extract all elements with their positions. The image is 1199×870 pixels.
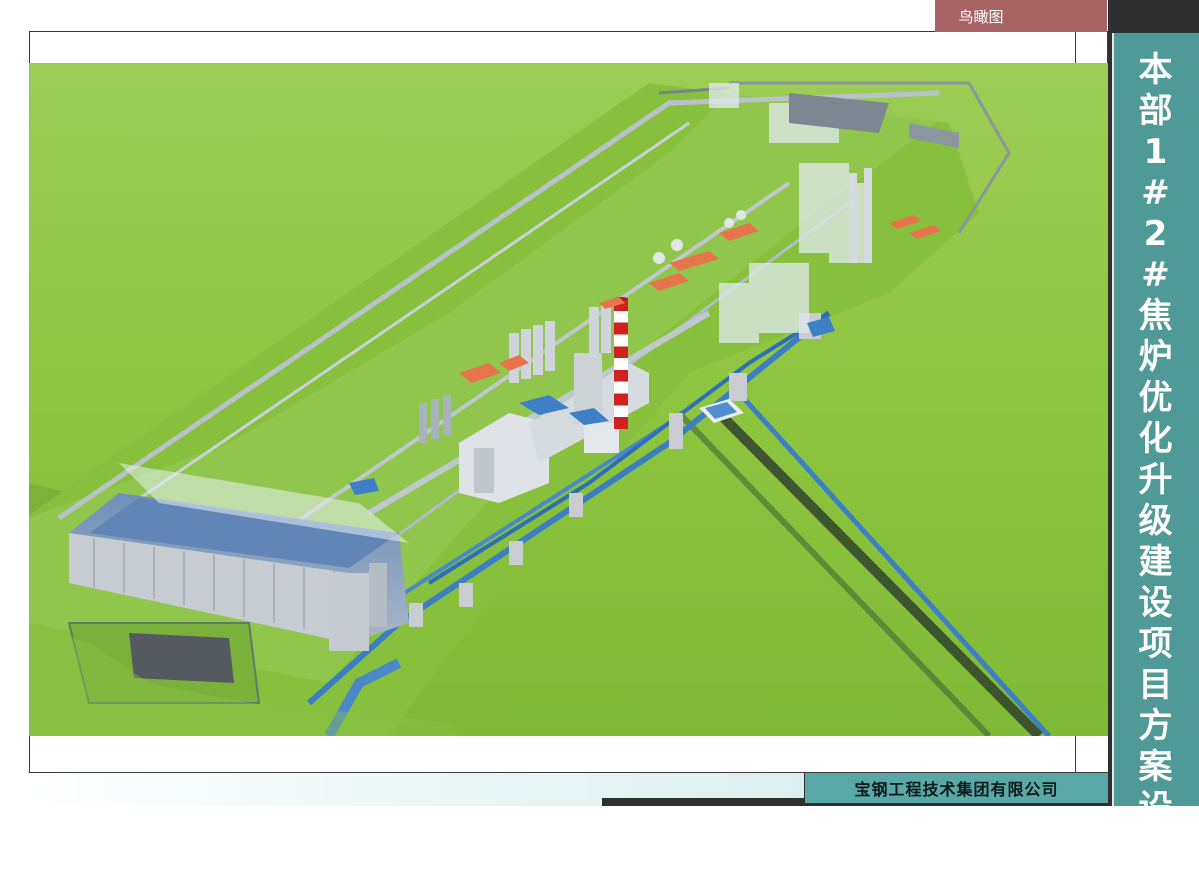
title-char: 级	[1138, 501, 1173, 541]
frame-left-rail	[29, 736, 1108, 773]
title-char: 1	[1143, 132, 1168, 172]
page-frame-top	[29, 31, 1108, 63]
title-char: 计	[1138, 829, 1173, 869]
section-tab-label: 鸟瞰图	[958, 7, 1004, 26]
title-char: 炉	[1138, 337, 1173, 377]
title-char: 部	[1138, 91, 1173, 131]
title-char: 优	[1138, 378, 1173, 418]
title-char: 化	[1138, 419, 1173, 459]
section-tab[interactable]: 鸟瞰图	[935, 0, 1107, 32]
title-char: 设	[1138, 788, 1173, 828]
title-char: 项	[1138, 624, 1173, 664]
title-char: #	[1141, 173, 1170, 213]
title-char: 建	[1138, 542, 1173, 582]
title-char: 2	[1143, 214, 1168, 254]
title-char: 焦	[1138, 296, 1173, 336]
title-char: 案	[1138, 747, 1173, 787]
company-name: 宝钢工程技术集团有限公司	[804, 773, 1108, 803]
vertical-title: 本 部 1 # 2 # 焦 炉 优 化 升 级 建 设 项 目 方 案 设 计	[1112, 50, 1199, 869]
title-char: 设	[1138, 583, 1173, 623]
title-char: 本	[1138, 50, 1173, 90]
aerial-view-image	[29, 63, 1108, 736]
title-char: 目	[1138, 665, 1173, 705]
title-char: #	[1141, 255, 1170, 295]
title-char: 方	[1138, 706, 1173, 746]
title-char: 升	[1138, 460, 1173, 500]
frame-divider-bottom	[1075, 736, 1076, 773]
frame-divider	[1075, 31, 1076, 63]
